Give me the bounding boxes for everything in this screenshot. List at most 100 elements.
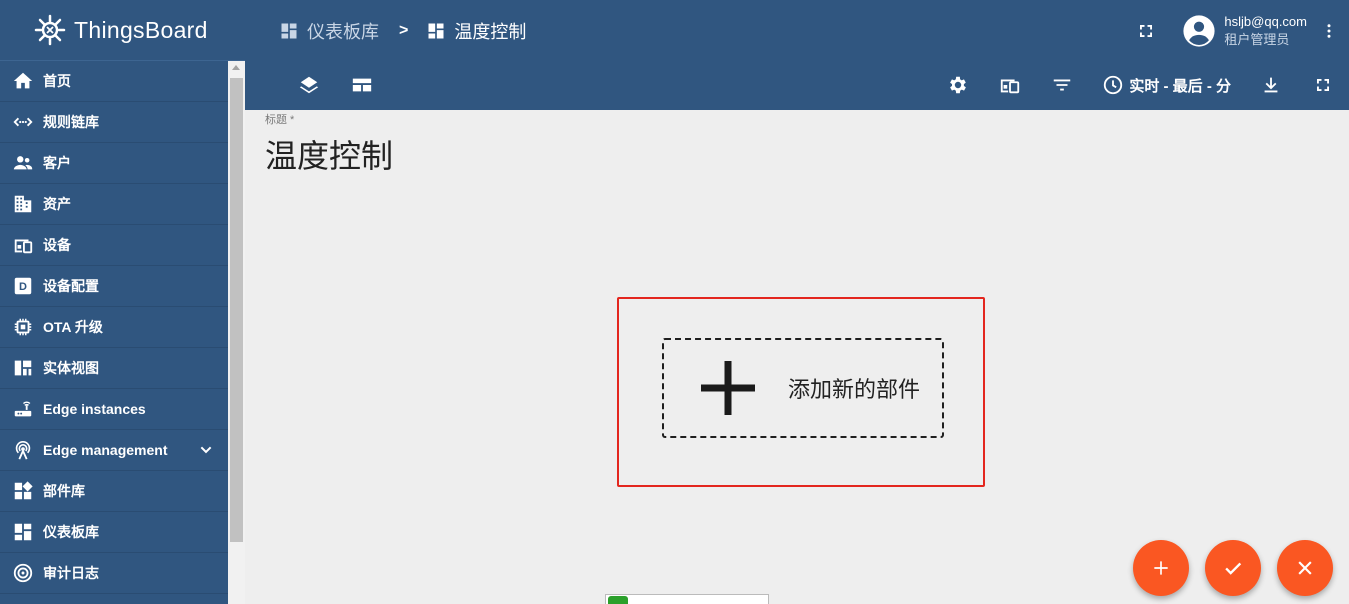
layout-button[interactable] (342, 65, 382, 105)
thingsboard-logo-icon (34, 14, 66, 46)
chip-icon (12, 316, 34, 338)
app-name: ThingsBoard (74, 16, 208, 43)
app-root: ThingsBoard 首页 规则链库 客户 资产 设备 D 设备配置 OTA … (0, 0, 1349, 604)
dashboard-canvas: 标题 * 温度控制 添加新的部件 (245, 110, 1349, 604)
sidebar-item-edge-instances[interactable]: Edge instances (0, 389, 228, 430)
user-role: 租户管理员 (1224, 31, 1290, 47)
settings-button[interactable] (938, 65, 978, 105)
breadcrumb-current: 温度控制 (454, 21, 527, 42)
fullscreen-button[interactable] (1126, 11, 1166, 51)
sidebar-item-label: 仪表板库 (43, 524, 99, 540)
breadcrumb: 仪表板库 > 温度控制 (279, 18, 526, 44)
add-widget-button[interactable]: 添加新的部件 (662, 338, 944, 438)
devices-icon (1001, 79, 1020, 94)
devices-icon (12, 234, 34, 256)
sidebar-item-assets[interactable]: 资产 (0, 184, 228, 225)
account-circle-icon (1183, 14, 1216, 47)
fullscreen-icon (1317, 79, 1329, 91)
home-icon (12, 70, 34, 92)
scroll-up-arrow-icon[interactable] (232, 65, 240, 70)
decline-changes-button[interactable] (1277, 540, 1333, 596)
sidebar-item-label: 实体视图 (43, 360, 99, 376)
dashboard-icon (281, 23, 297, 38)
sidebar-item-ota-updates[interactable]: OTA 升级 (0, 307, 228, 348)
title-field-label: 标题 * (265, 114, 295, 126)
user-email: hsljb@qq.com (1224, 13, 1307, 29)
sidebar-item-label: 客户 (43, 155, 71, 171)
assets-icon (12, 193, 34, 215)
device-profile-icon: D (12, 275, 34, 297)
input-method-bar (605, 594, 769, 604)
dashboard-toolbar: 实时 - 最后 - 分 (245, 61, 1349, 110)
sidebar-item-rule-chains[interactable]: 规则链库 (0, 102, 228, 143)
router-icon (12, 398, 34, 420)
add-widget-label: 添加新的部件 (788, 377, 921, 402)
breadcrumb-dashboards-link[interactable]: 仪表板库 (307, 18, 379, 44)
layout-icon (352, 78, 372, 92)
export-button[interactable] (1251, 65, 1291, 105)
svg-text:D: D (19, 281, 27, 293)
sidebar-item-label: 部件库 (43, 483, 85, 499)
sidebar-item-entity-views[interactable]: 实体视图 (0, 348, 228, 389)
apply-changes-button[interactable] (1205, 540, 1261, 596)
chevron-down-icon[interactable] (198, 442, 214, 461)
filter-list-icon (1054, 79, 1071, 91)
sidebar-menu: 首页 规则链库 客户 资产 设备 D 设备配置 OTA 升级 实体视图 Edge… (0, 61, 228, 594)
user-info: hsljb@qq.com 租户管理员 (1224, 13, 1307, 49)
sidebar-item-devices[interactable]: 设备 (0, 225, 228, 266)
dashboard-icon (12, 521, 34, 543)
logo[interactable]: ThingsBoard (0, 0, 245, 61)
add-fab-button[interactable] (1133, 540, 1189, 596)
plus-icon (701, 361, 755, 415)
rule-chain-icon (12, 111, 34, 133)
more-menu-button[interactable] (1309, 11, 1349, 51)
top-bar: 仪表板库 > 温度控制 hsljb@qq.com 租户管理员 (245, 0, 1349, 61)
antenna-icon (12, 439, 34, 461)
sidebar-item-label: Edge management (43, 442, 168, 458)
more-vert-icon (1327, 23, 1331, 38)
breadcrumb-separator: > (399, 21, 409, 39)
scrollbar-thumb[interactable] (230, 78, 243, 542)
sidebar-item-label: 审计日志 (43, 565, 99, 581)
sidebar-item-label: 规则链库 (43, 114, 99, 130)
sidebar: ThingsBoard 首页 规则链库 客户 资产 设备 D 设备配置 OTA … (0, 0, 245, 604)
sidebar-item-customers[interactable]: 客户 (0, 143, 228, 184)
toolbar-left (289, 65, 395, 105)
toolbar-right: 实时 - 最后 - 分 (938, 65, 1343, 105)
sidebar-item-dashboards[interactable]: 仪表板库 (0, 512, 228, 553)
sidebar-scrollbar[interactable] (228, 61, 245, 604)
sidebar-item-audit-logs[interactable]: 审计日志 (0, 553, 228, 594)
fullscreen-icon (1140, 24, 1153, 37)
time-window-selector[interactable]: 实时 - 最后 - 分 (1102, 74, 1231, 96)
download-icon (1264, 77, 1278, 93)
widgets-icon (12, 480, 34, 502)
sidebar-item-label: 设备 (43, 237, 71, 253)
sidebar-item-label: Edge instances (43, 401, 146, 417)
close-icon (1298, 561, 1312, 575)
filters-button[interactable] (1042, 65, 1082, 105)
sidebar-item-label: 首页 (43, 73, 71, 89)
sidebar-item-device-profiles[interactable]: D 设备配置 (0, 266, 228, 307)
input-method-logo (608, 596, 628, 604)
check-icon (1225, 562, 1242, 575)
time-window-label: 实时 - 最后 - 分 (1129, 77, 1231, 95)
user-menu[interactable]: hsljb@qq.com 租户管理员 (1182, 13, 1307, 49)
sidebar-item-widgets-library[interactable]: 部件库 (0, 471, 228, 512)
dashboard-fullscreen-button[interactable] (1303, 65, 1343, 105)
clock-icon (1104, 75, 1123, 95)
entity-aliases-button[interactable] (990, 65, 1030, 105)
sidebar-item-label: OTA 升级 (43, 319, 103, 335)
sidebar-item-label: 设备配置 (43, 278, 99, 294)
customers-icon (12, 152, 34, 174)
gear-icon (950, 76, 967, 94)
entity-view-icon (12, 357, 34, 379)
sidebar-item-edge-management[interactable]: Edge management (0, 430, 228, 471)
top-bar-actions: hsljb@qq.com 租户管理员 (1126, 0, 1349, 61)
audit-log-icon (12, 562, 34, 584)
dashboard-icon (428, 23, 444, 38)
layers-icon (299, 76, 319, 94)
sidebar-item-home[interactable]: 首页 (0, 61, 228, 102)
layers-button[interactable] (289, 65, 329, 105)
plus-icon (1154, 561, 1168, 575)
dashboard-title-input[interactable]: 温度控制 (265, 131, 393, 177)
